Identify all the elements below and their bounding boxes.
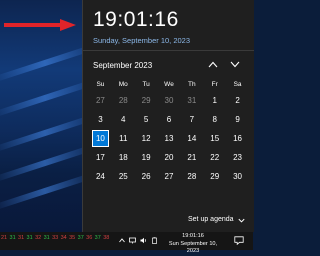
day-cell-today[interactable]: 10 [89, 129, 112, 148]
taskbar-number: 31 [43, 235, 50, 241]
weekday-label: Mo [118, 81, 128, 88]
day-cell[interactable]: 27 [158, 167, 181, 186]
taskbar-number: 35 [69, 235, 76, 241]
weekday-label: Sa [233, 81, 242, 88]
taskbar-number-strip: 21 31 31 31 32 31 33 34 35 37 36 37 38 [1, 235, 112, 241]
taskbar-number: 31 [9, 235, 16, 241]
day-cell[interactable]: 19 [135, 148, 158, 167]
taskbar-number: 37 [77, 235, 84, 241]
day-cell[interactable]: 26 [135, 167, 158, 186]
day-cell[interactable]: 3 [89, 110, 112, 129]
taskbar-number: 37 [94, 235, 101, 241]
taskbar-number: 33 [52, 235, 59, 241]
taskbar-number: 34 [60, 235, 67, 241]
desktop-background [0, 0, 84, 232]
weekday-label: Su [96, 81, 105, 88]
day-cell[interactable]: 7 [180, 110, 203, 129]
weekday-label: We [164, 81, 174, 88]
day-cell[interactable]: 31 [180, 91, 203, 110]
day-cell[interactable]: 17 [89, 148, 112, 167]
taskbar-number: 21 [1, 235, 8, 241]
day-cell[interactable]: 29 [203, 167, 226, 186]
day-cell[interactable]: 28 [112, 91, 135, 110]
day-cell[interactable]: 15 [203, 129, 226, 148]
taskbar-number: 32 [35, 235, 42, 241]
calendar-grid: Su Mo Tu We Th Fr Sa 27 28 29 30 31 1 2 3 4 5 6 7 8 9… [89, 79, 249, 186]
clock-time: 19:01:16 [93, 8, 179, 31]
day-cell[interactable]: 27 [89, 91, 112, 110]
weekday-label: Th [188, 81, 196, 88]
day-cell[interactable]: 13 [158, 129, 181, 148]
taskbar-number: 31 [18, 235, 25, 241]
day-cell[interactable]: 16 [226, 129, 249, 148]
chevron-down-icon [230, 61, 240, 67]
taskbar: 21 31 31 31 32 31 33 34 35 37 36 37 38 19:01:16 Sun … [0, 232, 253, 254]
notification-icon[interactable] [234, 236, 244, 245]
day-cell[interactable]: 24 [89, 167, 112, 186]
system-tray [118, 236, 158, 244]
battery-icon[interactable] [151, 236, 158, 244]
day-cell[interactable]: 30 [158, 91, 181, 110]
calendar-flyout: 19:01:16 Sunday, September 10, 2023 Sept… [82, 0, 254, 232]
date-link[interactable]: Sunday, September 10, 2023 [93, 36, 190, 45]
weekday-header: Su Mo Tu We Th Fr Sa [89, 79, 249, 91]
next-month-button[interactable] [229, 58, 241, 70]
day-cell[interactable]: 28 [180, 167, 203, 186]
day-cell[interactable]: 11 [112, 129, 135, 148]
chevron-down-icon[interactable] [237, 216, 246, 225]
day-cell[interactable]: 1 [203, 91, 226, 110]
chevron-up-icon[interactable] [118, 236, 125, 244]
previous-month-button[interactable] [207, 58, 219, 70]
taskbar-number: 36 [86, 235, 93, 241]
taskbar-number: 31 [26, 235, 33, 241]
day-cell[interactable]: 2 [226, 91, 249, 110]
day-cell[interactable]: 18 [112, 148, 135, 167]
day-cell[interactable]: 6 [158, 110, 181, 129]
taskbar-time: 19:01:16 [182, 233, 204, 239]
speaker-icon[interactable] [140, 236, 147, 244]
day-cell[interactable]: 20 [158, 148, 181, 167]
chevron-up-icon [208, 61, 218, 67]
weekday-label: Fr [211, 81, 218, 88]
day-cell[interactable]: 8 [203, 110, 226, 129]
day-cell[interactable]: 21 [180, 148, 203, 167]
network-icon[interactable] [129, 236, 136, 244]
red-arrow-annotation [4, 19, 76, 31]
agenda-row: Set up agenda [83, 211, 254, 232]
day-cell[interactable]: 12 [135, 129, 158, 148]
day-cell[interactable]: 14 [180, 129, 203, 148]
month-year-label[interactable]: September 2023 [93, 61, 152, 70]
day-cell[interactable]: 30 [226, 167, 249, 186]
day-cell[interactable]: 9 [226, 110, 249, 129]
taskbar-number: 38 [103, 235, 110, 241]
day-cell[interactable]: 29 [135, 91, 158, 110]
taskbar-date: Sun September 10, 2023 [168, 240, 218, 255]
day-cell[interactable]: 22 [203, 148, 226, 167]
day-cell[interactable]: 5 [135, 110, 158, 129]
clock-header: 19:01:16 Sunday, September 10, 2023 [83, 0, 254, 51]
set-up-agenda-link[interactable]: Set up agenda [188, 216, 234, 223]
day-cells: 27 28 29 30 31 1 2 3 4 5 6 7 8 9 10 11 12 13 14 15 16 17 18 19 2… [89, 91, 249, 186]
day-cell[interactable]: 4 [112, 110, 135, 129]
weekday-label: Tu [142, 81, 150, 88]
day-cell[interactable]: 25 [112, 167, 135, 186]
day-cell[interactable]: 23 [226, 148, 249, 167]
taskbar-clock[interactable]: 19:01:16 Sun September 10, 2023 [162, 233, 224, 256]
